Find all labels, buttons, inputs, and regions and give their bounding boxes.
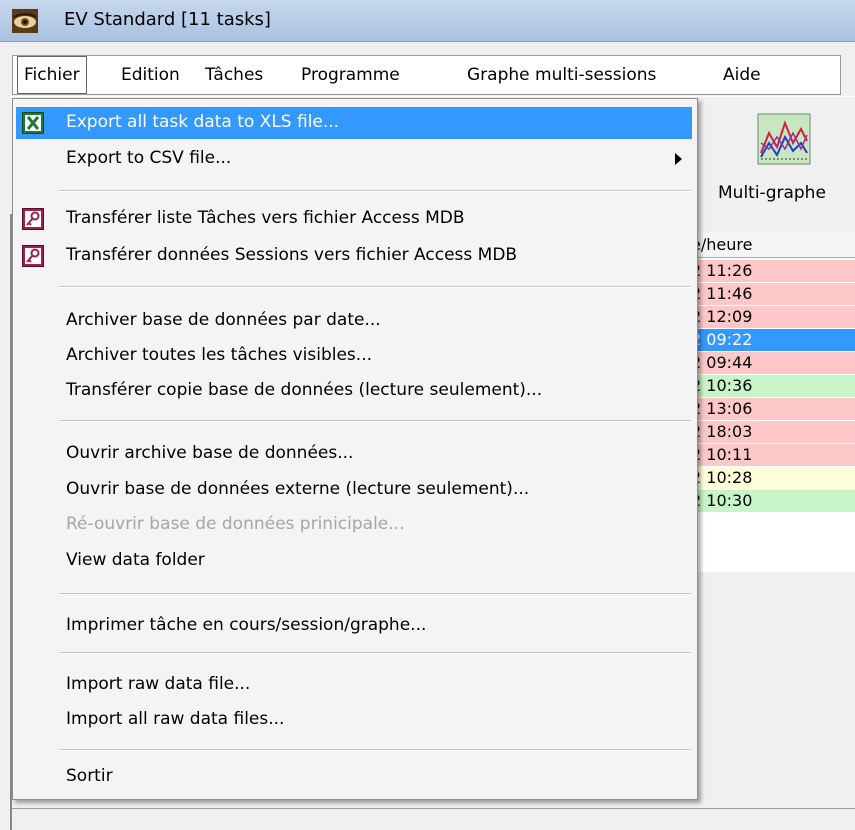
table-row[interactable]: 2 11:26 <box>689 260 855 283</box>
row-time: 2 10:11 <box>691 445 753 464</box>
menu-item-label: Ouvrir archive base de données... <box>66 443 354 463</box>
multigraph-icon[interactable] <box>757 113 811 165</box>
menu-fichier[interactable]: Fichier <box>17 56 87 94</box>
table-row[interactable]: 2 09:44 <box>689 352 855 375</box>
row-time: 2 10:30 <box>691 491 753 510</box>
menu-item-label: Ré-ouvrir base de données prinicipale... <box>66 514 405 534</box>
row-time: 2 10:28 <box>691 468 753 487</box>
menu-item-import-all-raw-files[interactable]: Import all raw data files... <box>16 704 692 736</box>
menu-item-label: Archiver toutes les tâches visibles... <box>66 345 372 365</box>
fichier-dropdown-menu: Export all task data to XLS file... Expo… <box>12 98 698 800</box>
menu-item-open-archive-db[interactable]: Ouvrir archive base de données... <box>16 438 692 470</box>
row-time: 2 09:22 <box>691 330 753 349</box>
row-time: 2 11:46 <box>691 284 753 303</box>
row-time: 2 11:26 <box>691 261 753 280</box>
sessions-table: e/heure 2 11:26 2 11:46 2 12:09 2 09:22 … <box>688 232 855 572</box>
multigraph-button-label[interactable]: Multi-graphe <box>718 183 826 203</box>
access-key-icon <box>22 208 44 230</box>
menu-separator <box>59 652 691 654</box>
menu-item-archive-by-date[interactable]: Archiver base de données par date... <box>16 305 692 337</box>
menu-separator <box>59 286 691 288</box>
row-time: 2 13:06 <box>691 399 753 418</box>
menu-item-reopen-main-db: Ré-ouvrir base de données prinicipale... <box>16 509 692 541</box>
menu-item-import-raw-file[interactable]: Import raw data file... <box>16 669 692 701</box>
menu-item-label: Ouvrir base de données externe (lecture … <box>66 479 530 499</box>
menu-taches[interactable]: Tâches <box>199 56 269 94</box>
table-row[interactable]: 2 10:28 <box>689 467 855 490</box>
row-time: 2 09:44 <box>691 353 753 372</box>
menu-item-label: Archiver base de données par date... <box>66 310 381 330</box>
menu-item-label: Transférer données Sessions vers fichier… <box>66 245 518 265</box>
menu-item-exit[interactable]: Sortir <box>16 761 692 793</box>
menu-item-transfer-tasks-mdb[interactable]: Transférer liste Tâches vers fichier Acc… <box>16 203 692 235</box>
menu-edition[interactable]: Edition <box>115 56 186 94</box>
menu-separator <box>59 593 691 595</box>
table-row-selected[interactable]: 2 09:22 <box>689 329 855 352</box>
menu-item-transfer-sessions-mdb[interactable]: Transférer données Sessions vers fichier… <box>16 240 692 272</box>
status-area <box>12 808 855 830</box>
menu-item-print[interactable]: Imprimer tâche en cours/session/graphe..… <box>16 610 692 642</box>
menu-item-label: Transférer copie base de données (lectur… <box>66 380 543 400</box>
menu-item-label: Export all task data to XLS file... <box>66 112 340 132</box>
menu-item-view-data-folder[interactable]: View data folder <box>16 545 692 577</box>
menu-item-label: View data folder <box>66 550 205 570</box>
row-time: 2 12:09 <box>691 307 753 326</box>
menu-item-label: Transférer liste Tâches vers fichier Acc… <box>66 208 465 228</box>
window-title: EV Standard [11 tasks] <box>64 9 271 30</box>
menu-aide[interactable]: Aide <box>717 56 767 94</box>
menu-bar: Fichier Edition Tâches Programme Graphe … <box>12 55 841 95</box>
table-row[interactable]: 2 18:03 <box>689 421 855 444</box>
table-row[interactable]: 2 10:11 <box>689 444 855 467</box>
menu-item-label: Imprimer tâche en cours/session/graphe..… <box>66 615 427 635</box>
menu-separator <box>59 749 691 751</box>
menu-item-label: Sortir <box>66 766 113 786</box>
submenu-arrow-icon <box>675 153 682 165</box>
menu-item-open-external-db[interactable]: Ouvrir base de données externe (lecture … <box>16 474 692 506</box>
menu-item-export-csv[interactable]: Export to CSV file... <box>16 143 692 175</box>
menu-item-export-xls[interactable]: Export all task data to XLS file... <box>16 107 692 139</box>
table-row[interactable]: 2 12:09 <box>689 306 855 329</box>
menu-graphe-multi-sessions[interactable]: Graphe multi-sessions <box>461 56 662 94</box>
menu-item-label: Import all raw data files... <box>66 709 285 729</box>
table-row[interactable]: 2 10:36 <box>689 375 855 398</box>
table-row[interactable]: 2 10:30 <box>689 490 855 513</box>
row-time: 2 18:03 <box>691 422 753 441</box>
eye-app-icon <box>12 9 38 33</box>
menu-item-label: Export to CSV file... <box>66 148 232 168</box>
menu-item-label: Import raw data file... <box>66 674 251 694</box>
excel-icon <box>22 112 44 134</box>
table-row[interactable]: 2 13:06 <box>689 398 855 421</box>
title-bar: EV Standard [11 tasks] <box>0 0 855 42</box>
row-time: 2 10:36 <box>691 376 753 395</box>
menu-programme[interactable]: Programme <box>295 56 406 94</box>
menu-item-archive-visible-tasks[interactable]: Archiver toutes les tâches visibles... <box>16 340 692 372</box>
access-key-icon <box>22 245 44 267</box>
table-header-datetime[interactable]: e/heure <box>689 232 855 258</box>
menu-separator <box>59 420 691 422</box>
menu-separator <box>59 190 691 192</box>
table-row[interactable]: 2 11:46 <box>689 283 855 306</box>
menu-item-transfer-db-copy[interactable]: Transférer copie base de données (lectur… <box>16 375 692 407</box>
